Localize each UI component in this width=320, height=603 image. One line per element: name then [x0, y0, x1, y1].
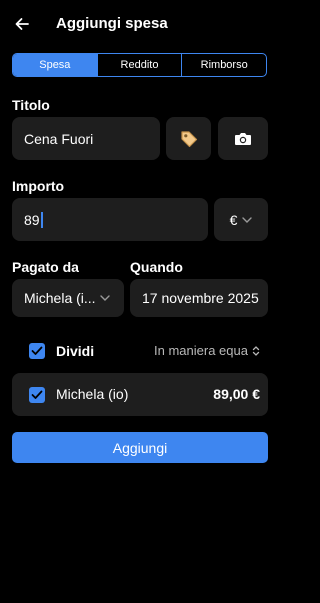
split-checkbox[interactable] — [29, 343, 45, 359]
camera-icon — [235, 132, 251, 145]
amount-input[interactable]: 89 — [12, 198, 208, 241]
header: Aggiungi spesa — [0, 0, 280, 48]
category-button[interactable] — [166, 117, 211, 160]
back-button[interactable] — [12, 14, 32, 34]
tab-rimborso[interactable]: Rimborso — [181, 54, 266, 76]
tag-icon — [180, 130, 197, 147]
check-icon — [31, 346, 43, 355]
amount-input-value: 89 — [24, 211, 40, 228]
chevron-down-icon — [242, 216, 253, 223]
split-mode-select[interactable]: In maniera equa — [154, 343, 260, 358]
participant-name: Michela (io) — [56, 386, 129, 402]
amount-input-content: 89 — [24, 198, 43, 241]
split-label: Dividi — [56, 343, 95, 359]
title-input[interactable]: Cena Fuori — [12, 117, 160, 160]
paid-by-value: Michela (i... — [24, 290, 96, 306]
date-picker[interactable]: 17 novembre 2025 — [130, 279, 268, 317]
add-button[interactable]: Aggiungi — [12, 432, 268, 463]
camera-button[interactable] — [218, 117, 268, 160]
participant-checkbox[interactable] — [29, 387, 45, 403]
tab-reddito[interactable]: Reddito — [96, 54, 182, 76]
paid-by-label: Pagato da — [12, 259, 79, 275]
split-mode-value: In maniera equa — [154, 343, 248, 358]
participant-row: Michela (io) 89,00 € — [12, 373, 268, 416]
arrow-left-icon — [15, 18, 29, 30]
paid-by-select[interactable]: Michela (i... — [12, 279, 124, 317]
title-label: Titolo — [12, 97, 50, 113]
chevron-down-icon — [100, 295, 110, 301]
tab-spesa[interactable]: Spesa — [13, 54, 97, 76]
currency-select[interactable]: € — [214, 198, 268, 241]
type-tabs: Spesa Reddito Rimborso — [12, 53, 267, 77]
page-title: Aggiungi spesa — [56, 15, 168, 32]
when-label: Quando — [130, 259, 183, 275]
date-value: 17 novembre 2025 — [142, 290, 259, 306]
participant-amount: 89,00 € — [213, 386, 260, 402]
check-icon — [31, 390, 43, 399]
text-caret — [40, 211, 43, 228]
currency-symbol: € — [229, 211, 238, 228]
chevron-up-down-icon — [252, 345, 260, 356]
title-input-value: Cena Fuori — [24, 130, 94, 147]
add-expense-screen: Aggiungi spesa Spesa Reddito Rimborso Ti… — [0, 0, 280, 603]
amount-label: Importo — [12, 178, 65, 194]
